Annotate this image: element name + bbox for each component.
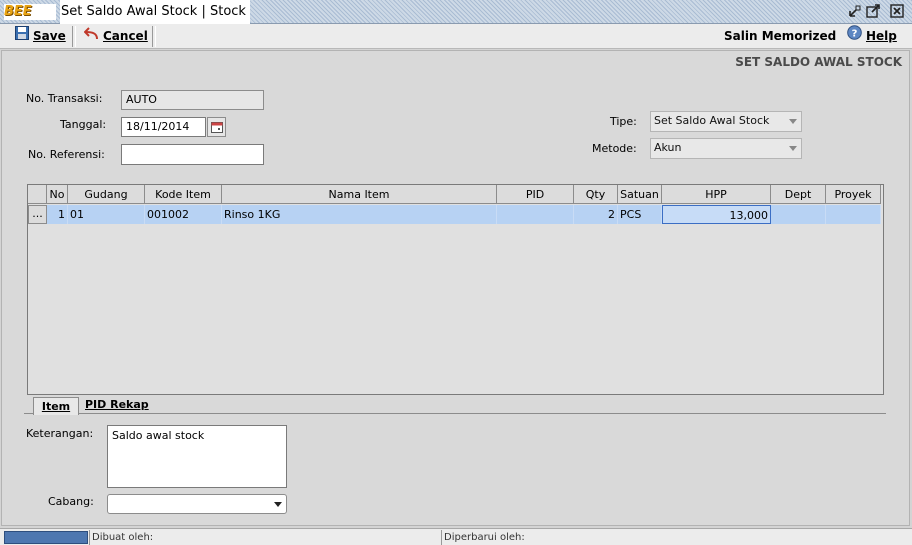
- cell-pid[interactable]: [497, 205, 574, 224]
- save-button[interactable]: Save: [15, 24, 66, 49]
- cancel-label: Cancel: [103, 29, 148, 43]
- no-transaksi-field[interactable]: AUTO: [121, 90, 264, 110]
- salin-memorized-button[interactable]: Salin Memorized: [724, 24, 836, 49]
- help-label: Help: [866, 29, 897, 43]
- chevron-down-icon: [274, 502, 282, 507]
- grid-header-corner: [28, 185, 47, 204]
- no-referensi-field[interactable]: [121, 144, 264, 165]
- minimize-icon[interactable]: [848, 4, 862, 18]
- tipe-select-value: Set Saldo Awal Stock: [654, 114, 770, 127]
- cell-nama-item[interactable]: Rinso 1KG: [222, 205, 497, 224]
- title-bar: BEE Set Saldo Awal Stock | Stock: [0, 0, 912, 24]
- column-header-no[interactable]: No: [47, 185, 68, 204]
- help-button[interactable]: ? Help: [847, 24, 897, 49]
- item-grid[interactable]: No Gudang Kode Item Nama Item PID Qty Sa…: [27, 184, 884, 395]
- status-bar: Dibuat oleh: Diperbarui oleh:: [0, 528, 912, 545]
- cell-gudang[interactable]: 01: [68, 205, 145, 224]
- cell-hpp[interactable]: 13,000: [662, 205, 771, 224]
- toolbar-divider: [72, 26, 76, 47]
- chevron-down-icon: [789, 146, 797, 151]
- window-title: Set Saldo Awal Stock | Stock: [60, 0, 250, 24]
- column-header-pid[interactable]: PID: [497, 185, 574, 204]
- toolbar: Save Cancel Salin Memorized ? Help: [0, 24, 912, 49]
- metode-select[interactable]: Akun: [650, 138, 802, 159]
- row-edit-button[interactable]: ...: [28, 205, 47, 224]
- column-header-gudang[interactable]: Gudang: [68, 185, 145, 204]
- calendar-button[interactable]: [207, 117, 226, 137]
- app-logo: BEE: [4, 4, 56, 20]
- undo-icon: [83, 24, 99, 49]
- save-label: Save: [33, 29, 66, 43]
- column-header-qty[interactable]: Qty: [574, 185, 618, 204]
- column-header-proyek[interactable]: Proyek: [826, 185, 881, 204]
- column-header-hpp[interactable]: HPP: [662, 185, 771, 204]
- no-referensi-label: No. Referensi:: [28, 148, 105, 161]
- cabang-select[interactable]: [107, 494, 287, 514]
- column-header-nama-item[interactable]: Nama Item: [222, 185, 497, 204]
- svg-text:?: ?: [852, 29, 858, 40]
- tipe-label: Tipe:: [610, 115, 637, 128]
- keterangan-label: Keterangan:: [26, 427, 94, 440]
- cell-no[interactable]: 1: [47, 205, 68, 224]
- tipe-select[interactable]: Set Saldo Awal Stock: [650, 111, 802, 132]
- tab-pid-rekap[interactable]: PID Rekap: [80, 396, 165, 413]
- status-indicator: [4, 531, 88, 544]
- metode-select-value: Akun: [654, 141, 682, 154]
- keterangan-textarea[interactable]: Saldo awal stock: [107, 425, 287, 488]
- page-title: SET SALDO AWAL STOCK: [735, 55, 902, 69]
- dibuat-oleh-label: Dibuat oleh:: [89, 530, 153, 545]
- chevron-down-icon: [789, 119, 797, 124]
- column-header-satuan[interactable]: Satuan: [618, 185, 662, 204]
- tanggal-label: Tanggal:: [60, 118, 107, 131]
- no-transaksi-label: No. Transaksi:: [26, 92, 103, 105]
- metode-label: Metode:: [592, 142, 637, 155]
- column-header-kode-item[interactable]: Kode Item: [145, 185, 222, 204]
- tab-strip-line: [24, 413, 886, 414]
- tanggal-field[interactable]: 18/11/2014: [121, 117, 206, 137]
- cell-qty[interactable]: 2: [574, 205, 618, 224]
- cell-proyek[interactable]: [826, 205, 881, 224]
- diperbarui-oleh-label: Diperbarui oleh:: [441, 530, 525, 545]
- toolbar-divider: [152, 26, 156, 47]
- help-icon: ?: [847, 24, 862, 49]
- restore-icon[interactable]: [866, 4, 880, 18]
- tab-item[interactable]: Item: [33, 397, 79, 415]
- cell-kode-item[interactable]: 001002: [145, 205, 222, 224]
- calendar-icon: [211, 122, 223, 136]
- cell-dept[interactable]: [771, 205, 826, 224]
- cancel-button[interactable]: Cancel: [83, 24, 148, 49]
- cell-satuan[interactable]: PCS: [618, 205, 662, 224]
- bee-logo: BEE: [4, 4, 32, 19]
- close-icon[interactable]: [890, 4, 904, 18]
- floppy-icon: [15, 24, 29, 49]
- column-header-dept[interactable]: Dept: [771, 185, 826, 204]
- cabang-label: Cabang:: [48, 495, 94, 508]
